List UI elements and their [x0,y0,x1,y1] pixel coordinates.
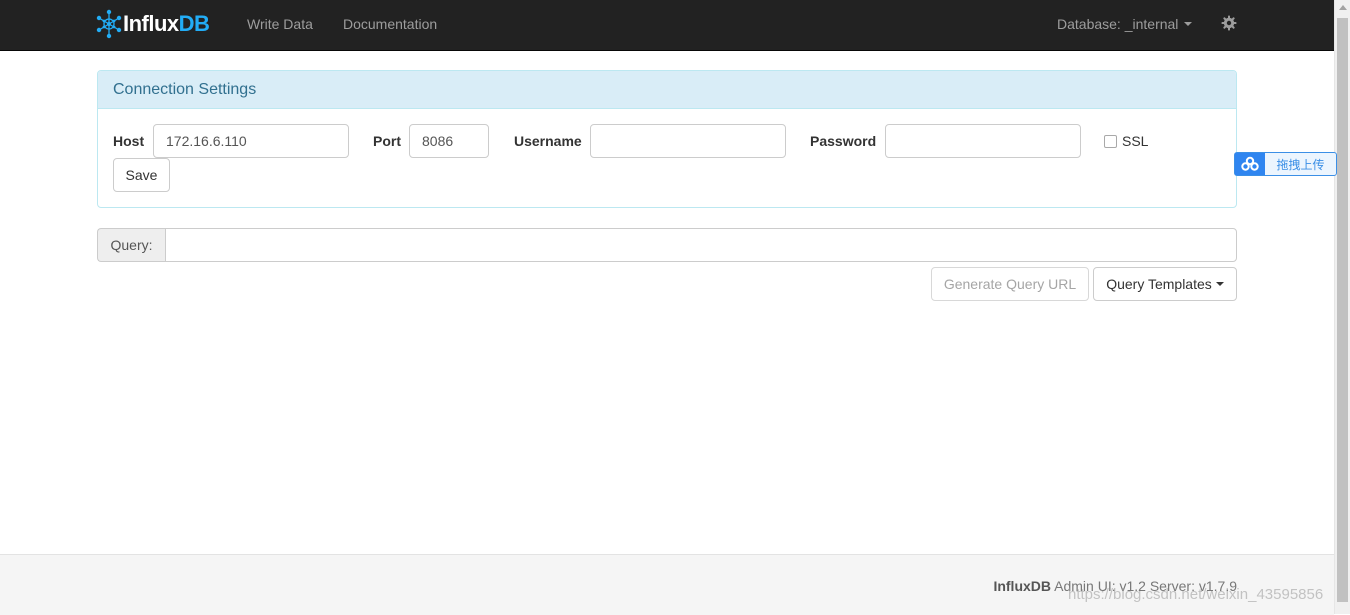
password-label: Password [810,133,877,149]
query-label: Query: [97,228,165,262]
host-label: Host [113,133,145,149]
brand-db: DB [178,11,210,36]
connection-settings-panel: Connection Settings Host Port Username P… [97,70,1237,208]
scroll-up-arrow-icon[interactable] [1339,5,1347,10]
vertical-scrollbar[interactable] [1334,0,1350,614]
database-dropdown[interactable]: Database: _internal [1057,16,1193,32]
panel-title: Connection Settings [98,71,1236,109]
nav-write-data[interactable]: Write Data [247,16,313,32]
host-input[interactable] [153,124,349,158]
query-templates-button[interactable]: Query Templates [1093,267,1237,301]
query-input-group: Query: [97,228,1237,262]
watermark: https://blog.csdn.net/weixin_43595856 [1068,586,1324,603]
port-input[interactable] [409,124,489,158]
ssl-checkbox[interactable] [1104,134,1117,148]
drag-upload-label: 拖拽上传 [1276,157,1325,172]
chevron-down-icon [1215,282,1224,286]
username-label: Username [514,133,582,149]
database-label: Database: _internal [1057,16,1179,32]
nav-documentation[interactable]: Documentation [343,16,437,32]
top-navbar: InfluxDB Write Data Documentation Databa… [0,0,1334,51]
brand-name: InfluxDB [123,11,210,37]
cloud-icon [1235,153,1265,175]
influxdb-icon [96,9,122,39]
influxdb-logo[interactable]: InfluxDB [96,9,210,39]
brand-influx: Influx [123,11,179,36]
chevron-down-icon [1184,22,1193,26]
username-input[interactable] [590,124,786,158]
ssl-label: SSL [1122,133,1149,149]
query-input[interactable] [165,228,1237,262]
scrollbar-thumb[interactable] [1337,18,1348,602]
footer: InfluxDB Admin UI: v1.2 Server: v1.7.9 [0,554,1334,615]
gear-icon[interactable] [1221,15,1237,31]
query-templates-label: Query Templates [1106,276,1212,292]
save-button[interactable]: Save [113,158,170,192]
port-label: Port [373,133,401,149]
footer-brand: InfluxDB [993,578,1052,594]
drag-upload-widget[interactable]: 拖拽上传 [1234,152,1337,176]
generate-query-url-button[interactable]: Generate Query URL [931,267,1089,301]
password-input[interactable] [885,124,1081,158]
ssl-option[interactable]: SSL [1104,133,1148,149]
